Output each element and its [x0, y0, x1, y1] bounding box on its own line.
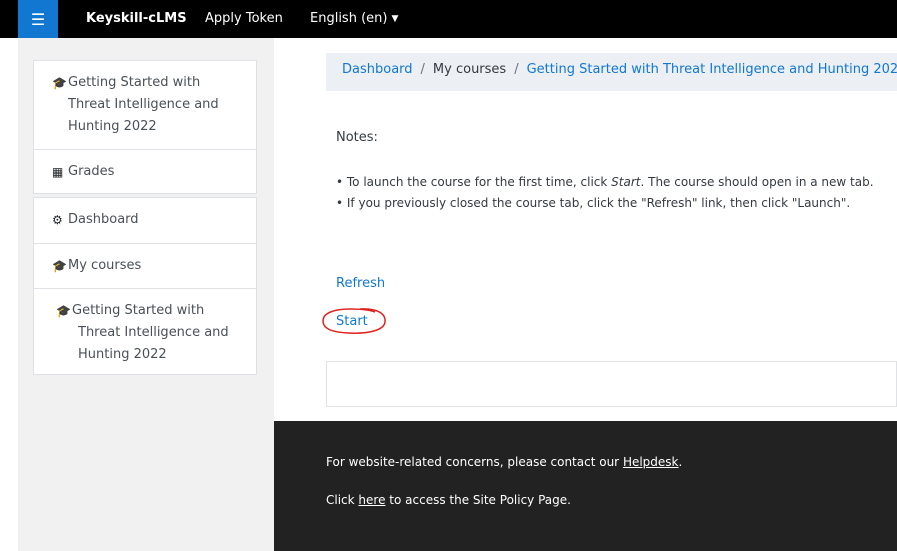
caret-down-icon: ▼: [391, 14, 399, 24]
language-menu[interactable]: English (en) ▼: [310, 0, 398, 38]
breadcrumb: Dashboard / My courses / Getting Started wit…: [326, 53, 897, 91]
note-line-refresh: • If you previously closed the course ta…: [336, 196, 851, 210]
breadcrumb-dashboard-link[interactable]: Dashboard: [342, 62, 413, 77]
note-line-start: • To launch the course for the first tim…: [336, 175, 897, 189]
breadcrumb-separator: /: [514, 62, 519, 77]
course-content-frame: [326, 361, 897, 407]
apply-token-link[interactable]: Apply Token: [205, 0, 283, 38]
menu-toggle-button[interactable]: ☰: [18, 0, 58, 38]
notes-heading: Notes:: [336, 130, 378, 145]
sidebar-item-label: Grades: [68, 164, 115, 179]
site-nav-block: ⚙ Dashboard 🎓 My courses 🎓 Getting Start…: [33, 197, 257, 375]
breadcrumb-course-link[interactable]: Getting Started with Threat Intelligence…: [527, 62, 897, 77]
sidebar-item-my-courses[interactable]: 🎓 My courses: [34, 243, 256, 288]
top-navbar: ☰ Keyskill-cLMS Apply Token English (en)…: [0, 0, 897, 38]
sidebar-item-label: Threat Intelligence and: [68, 97, 219, 112]
sidebar-item-label: Getting Started with: [68, 75, 201, 90]
sidebar-item-label: Hunting 2022: [68, 119, 157, 134]
dashboard-icon: ⚙: [52, 213, 63, 227]
sidebar-item-course[interactable]: 🎓 Getting Started with Threat Intelligen…: [34, 288, 256, 375]
sidebar-item-label: Hunting 2022: [78, 347, 167, 362]
footer-text: to access the Site Policy Page.: [385, 493, 571, 507]
footer-text: For website-related concerns, please con…: [326, 455, 623, 469]
refresh-link[interactable]: Refresh: [336, 276, 385, 291]
graduation-cap-icon: 🎓: [52, 259, 67, 273]
page-footer: For website-related concerns, please con…: [274, 421, 897, 551]
note-text: • To launch the course for the first tim…: [336, 175, 612, 189]
main-content: Dashboard / My courses / Getting Started wit…: [274, 38, 897, 421]
sidebar-item-dashboard[interactable]: ⚙ Dashboard: [34, 198, 256, 243]
site-brand[interactable]: Keyskill-cLMS: [86, 0, 187, 38]
table-icon: ▦: [52, 165, 64, 179]
breadcrumb-my-courses-link[interactable]: My courses: [433, 62, 506, 77]
language-label: English (en): [310, 11, 388, 26]
graduation-cap-icon: 🎓: [52, 76, 67, 90]
hamburger-icon: ☰: [30, 9, 46, 29]
breadcrumb-separator: /: [420, 62, 425, 77]
left-drawer: 🎓 Getting Started with Threat Intelligen…: [18, 38, 274, 551]
helpdesk-link[interactable]: Helpdesk: [623, 455, 679, 469]
annotation-circle: [322, 308, 386, 334]
footer-policy-line: Click here to access the Site Policy Pag…: [326, 493, 571, 507]
sidebar-item-label: Dashboard: [68, 212, 139, 227]
course-nav-block: 🎓 Getting Started with Threat Intelligen…: [33, 60, 257, 194]
sidebar-item-label: My courses: [68, 258, 142, 273]
note-emphasis: Start: [611, 175, 641, 189]
site-policy-link[interactable]: here: [358, 493, 385, 507]
footer-text: .: [678, 455, 683, 469]
note-text: . The course should open in a new tab.: [640, 175, 874, 189]
sidebar-item-grades[interactable]: ▦ Grades: [34, 149, 256, 194]
sidebar-item-label: Getting Started with: [72, 303, 205, 318]
graduation-cap-icon: 🎓: [56, 304, 71, 318]
sidebar-item-label: Threat Intelligence and: [78, 325, 229, 340]
footer-text: Click: [326, 493, 359, 507]
sidebar-item-course[interactable]: 🎓 Getting Started with Threat Intelligen…: [34, 61, 256, 149]
footer-helpdesk-line: For website-related concerns, please con…: [326, 455, 682, 469]
